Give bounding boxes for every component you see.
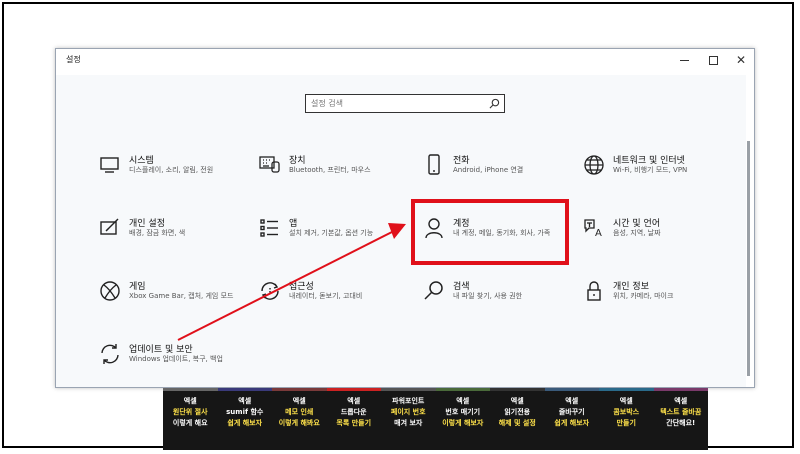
tile-privacy[interactable]: 개인 정보 위치, 카메라, 마이크 [582,279,742,319]
tile-time-language[interactable]: A 시간 및 언어 음성, 지역, 날짜 [582,216,742,256]
banner-link[interactable]: 엑셀 콤보박스 만들기 [599,388,654,450]
lock-icon [587,281,601,301]
tile-update-security[interactable]: 업데이트 및 보안 Windows 업데이트, 복구, 백업 [98,342,258,382]
monitor-icon [100,157,119,173]
banner-line2: sumif 함수 [226,408,264,416]
banner-line1: 엑셀 [565,397,579,405]
banner-line3: 만들기 [616,419,636,427]
minimize-icon [679,59,689,61]
banner-line2: 번호 매기기 [445,408,481,416]
tile-desc: Xbox Game Bar, 캡처, 게임 모드 [129,292,234,300]
banner-line1: 엑셀 [347,397,361,405]
search-input[interactable] [311,97,481,110]
banner-link[interactable]: 파워포인트 페이지 번호 매겨 보자 [381,388,436,450]
scrollbar[interactable] [747,141,750,376]
magnifier-icon [424,281,443,300]
banner-line2: 원단위 절사 [172,408,208,416]
tile-search[interactable]: 검색 내 파일 찾기, 사용 권한 [422,279,582,319]
tile-desc: 설치 제거, 기본값, 옵션 기능 [289,229,374,237]
title-bar: 설정 ✕ [56,49,754,71]
banner-link[interactable]: 엑셀 번호 매기기 이렇게 해보자 [435,388,490,450]
maximize-icon [708,55,718,65]
banner-line2: 메모 인쇄 [285,408,314,416]
tile-desc: 배경, 잠금 화면, 색 [129,229,186,237]
tile-desc: 내레이터, 돋보기, 고대비 [289,292,363,300]
pen-tablet-icon [100,218,119,235]
tile-accessibility[interactable]: 접근성 내레이터, 돋보기, 고대비 [258,279,418,319]
banner-link[interactable]: 엑셀 원단위 절사 이렇게 해요 [163,388,218,450]
banner-line2: 드롭다운 [340,408,367,416]
blog-banner-strip: 엑셀 원단위 절사 이렇게 해요 엑셀 sumif 함수 쉽게 해보자 엑셀 메… [163,388,708,450]
banner-line3: 해제 및 설정 [498,419,536,427]
settings-search-box[interactable] [305,94,505,113]
banner-link[interactable]: 엑셀 메모 인쇄 이렇게 해봐요 [272,388,327,450]
tile-desc: 디스플레이, 소리, 알림, 전원 [129,166,214,174]
tile-desc: Wi-Fi, 비행기 모드, VPN [613,166,688,174]
settings-window: 설정 ✕ 시스템 디스플레이, 소리, 알림, 전원 장치 Bluetooth,… [55,48,755,388]
maximize-button[interactable] [699,49,727,71]
minimize-button[interactable] [670,49,698,71]
banner-line3: 쉽게 해보자 [227,419,263,427]
banner-line2: 페이지 번호 [390,408,426,416]
tile-desc: 음성, 지역, 날짜 [613,229,661,237]
tile-desc: 내 파일 찾기, 사용 권한 [453,292,523,300]
search-icon[interactable] [489,98,500,109]
tile-system[interactable]: 시스템 디스플레이, 소리, 알림, 전원 [98,153,258,193]
banner-line2: 줄바꾸기 [558,408,585,416]
tile-desc: Android, iPhone 연결 [453,166,524,174]
banner-link[interactable]: 엑셀 읽기전용 해제 및 설정 [490,388,545,450]
banner-line3: 매겨 보자 [394,419,423,427]
banner-link[interactable]: 엑셀 줄바꾸기 쉽게 해보자 [544,388,599,450]
banner-line3: 이렇게 해보자 [442,419,484,427]
banner-line2: 텍스트 줄바꿈 [660,408,702,416]
banner-link[interactable]: 엑셀 텍스트 줄바꿈 간단해요! [653,388,708,450]
tile-network[interactable]: 네트워크 및 인터넷 Wi-Fi, 비행기 모드, VPN [582,153,742,193]
svg-text:A: A [595,228,602,239]
banner-line1: 엑셀 [183,397,197,405]
banner-line3: 간단해요! [666,419,696,427]
close-button[interactable]: ✕ [727,49,755,71]
globe-icon [584,155,604,175]
banner-line1: 엑셀 [292,397,306,405]
tile-personalization[interactable]: 개인 설정 배경, 잠금 화면, 색 [98,216,258,256]
tile-desc: Bluetooth, 프린터, 마우스 [289,166,371,174]
time-language-icon: A [584,219,602,239]
tile-apps[interactable]: 앱 설치 제거, 기본값, 옵션 기능 [258,216,418,256]
apps-list-icon [260,219,278,237]
tile-gaming[interactable]: 게임 Xbox Game Bar, 캡처, 게임 모드 [98,279,258,319]
tile-desc: Windows 업데이트, 복구, 백업 [129,355,223,363]
xbox-icon [100,281,120,301]
banner-line2: 읽기전용 [504,408,531,416]
sync-icon [101,344,119,364]
tile-phone[interactable]: 전화 Android, iPhone 연결 [422,153,582,193]
keyboard-icon [259,156,280,173]
banner-line3: 쉽게 해보자 [554,419,590,427]
phone-icon [428,154,440,175]
banner-line1: 엑셀 [619,397,633,405]
settings-content: 시스템 디스플레이, 소리, 알림, 전원 장치 Bluetooth, 프린터,… [56,75,746,387]
banner-line1: 엑셀 [510,397,524,405]
banner-line3: 이렇게 해봐요 [278,419,320,427]
banner-link[interactable]: 엑셀 sumif 함수 쉽게 해보자 [217,388,272,450]
banner-line2: 콤보박스 [613,408,640,416]
banner-line1: 엑셀 [238,397,252,405]
banner-line3: 이렇게 해요 [172,419,208,427]
accessibility-icon [261,282,279,300]
window-title: 설정 [66,55,81,64]
highlight-box [411,199,569,265]
banner-line1: 파워포인트 [392,397,425,405]
banner-line1: 엑셀 [674,397,688,405]
tile-desc: 위치, 카메라, 마이크 [613,292,674,300]
banner-line3: 목록 만들기 [336,419,372,427]
banner-link[interactable]: 엑셀 드롭다운 목록 만들기 [326,388,381,450]
banner-line1: 엑셀 [456,397,470,405]
tile-devices[interactable]: 장치 Bluetooth, 프린터, 마우스 [258,153,418,193]
